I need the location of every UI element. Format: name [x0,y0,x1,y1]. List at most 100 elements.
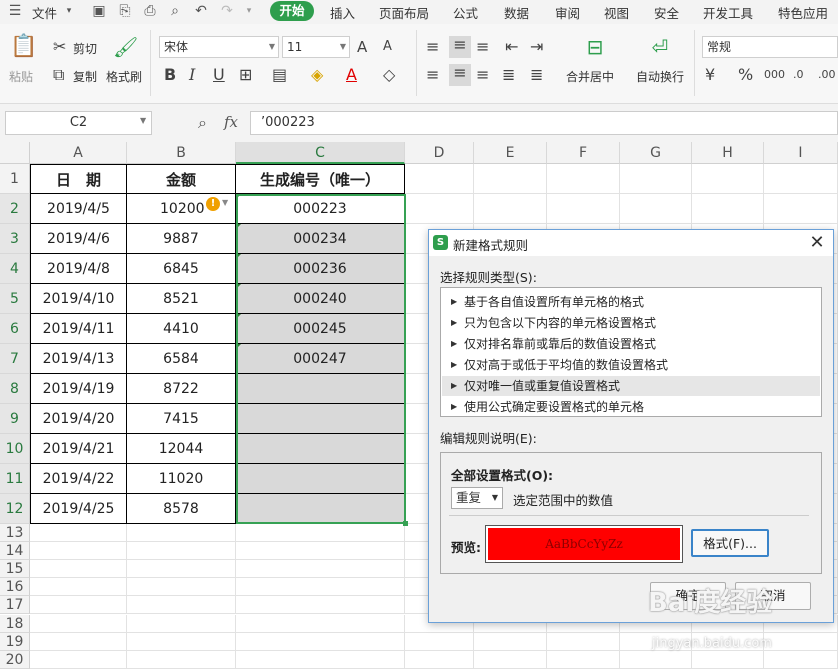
date-cell[interactable]: 2019/4/10 [30,284,127,314]
empty-cell[interactable] [30,578,127,597]
merge-center-button[interactable]: 合并居中 [566,68,614,85]
rule-type-item[interactable]: ▶ 仅对排名靠前或靠后的数值设置格式 [442,334,820,354]
rule-type-item[interactable]: ▶ 使用公式确定要设置格式的单元格 [442,397,820,417]
empty-cell[interactable] [236,560,405,579]
code-cell[interactable] [236,464,405,494]
clear-icon[interactable]: ◇ [383,66,395,84]
row-header-9[interactable]: 9 [0,404,30,434]
hamburger-menu-icon[interactable]: ☰ [6,2,24,20]
select-all-corner[interactable] [0,142,30,164]
warning-icon[interactable]: ! [206,197,220,211]
empty-cell[interactable] [127,524,236,543]
empty-cell[interactable] [620,194,692,224]
tab-review[interactable]: 审阅 [555,3,580,22]
border-icon[interactable]: ⊞ [239,66,252,84]
amount-cell[interactable]: 9887 [127,224,236,254]
row-header-15[interactable]: 15 [0,560,30,579]
file-menu[interactable]: 文件 [32,3,57,22]
empty-cell[interactable] [236,578,405,597]
percent-icon[interactable]: % [738,66,753,84]
code-cell[interactable] [236,494,405,524]
close-icon[interactable]: ✕ [807,232,827,253]
font-name-select[interactable]: 宋体 ▼ [159,36,279,58]
align-middle-icon[interactable]: ≡ [449,36,471,58]
empty-cell[interactable] [236,524,405,543]
duplicate-unique-select[interactable]: 重复 ▼ [451,487,503,509]
column-header-e[interactable]: E [474,142,547,164]
amount-cell[interactable]: 8521 [127,284,236,314]
tab-data[interactable]: 数据 [504,3,529,22]
code-cell[interactable]: 000247 [236,344,405,374]
chevron-down-icon[interactable]: ▼ [140,116,146,125]
tab-insert[interactable]: 插入 [330,3,355,22]
empty-cell[interactable] [30,632,127,651]
zoom-icon[interactable]: ⌕ [198,113,207,133]
font-color-icon[interactable]: A [346,66,357,84]
amount-cell[interactable]: 10200 [127,194,236,224]
code-cell[interactable] [236,374,405,404]
name-box[interactable]: C2 [5,111,152,135]
save-icon[interactable]: ▣ [90,2,108,20]
row-header-12[interactable]: 12 [0,494,30,524]
empty-cell[interactable] [236,614,405,633]
empty-cell[interactable] [127,614,236,633]
tab-view[interactable]: 视图 [604,3,629,22]
empty-cell[interactable] [30,542,127,561]
copy-icon[interactable]: ⧉ [53,66,64,84]
tab-start[interactable]: 开始 [270,1,314,21]
empty-cell[interactable] [127,650,236,669]
date-cell[interactable]: 2019/4/8 [30,254,127,284]
copy-button[interactable]: 复制 [73,68,97,85]
increase-decimal-icon[interactable]: .0 [793,66,804,84]
empty-cell[interactable] [474,632,547,651]
empty-cell[interactable] [547,164,620,194]
row-header-1[interactable]: 1 [0,164,30,194]
wrap-text-icon[interactable]: ⏎ [648,37,672,57]
empty-cell[interactable] [474,650,547,669]
code-cell[interactable] [236,404,405,434]
date-cell[interactable]: 2019/4/21 [30,434,127,464]
row-header-2[interactable]: 2 [0,194,30,224]
column-header-f[interactable]: F [547,142,620,164]
italic-icon[interactable]: I [189,66,195,84]
fill-style-icon[interactable]: ▤ [272,66,287,84]
print-preview-icon[interactable]: ⌕ [166,2,184,20]
tab-developer[interactable]: 开发工具 [703,3,753,22]
chevron-down-icon[interactable]: ▾ [60,2,78,20]
column-header-a[interactable]: A [30,142,127,164]
empty-cell[interactable] [764,650,838,669]
print-icon[interactable]: ⎙ [141,2,159,20]
column-header-h[interactable]: H [692,142,764,164]
row-header-14[interactable]: 14 [0,542,30,561]
code-cell[interactable] [236,434,405,464]
row-header-4[interactable]: 4 [0,254,30,284]
row-header-13[interactable]: 13 [0,524,30,543]
empty-cell[interactable] [764,632,838,651]
align-left-icon[interactable]: ≡ [426,66,439,84]
decrease-decimal-icon[interactable]: .00 [818,66,836,84]
export-pdf-icon[interactable]: ⎘ [116,2,134,20]
header-amount-cell[interactable]: 金额 [127,164,236,194]
empty-cell[interactable] [30,650,127,669]
empty-cell[interactable] [127,632,236,651]
date-cell[interactable]: 2019/4/25 [30,494,127,524]
date-cell[interactable]: 2019/4/20 [30,404,127,434]
empty-cell[interactable] [620,164,692,194]
rule-type-item[interactable]: ▶ 仅对高于或低于平均值的数值设置格式 [442,355,820,375]
empty-cell[interactable] [474,164,547,194]
empty-cell[interactable] [127,578,236,597]
amount-cell[interactable]: 8578 [127,494,236,524]
empty-cell[interactable] [405,194,474,224]
empty-cell[interactable] [30,524,127,543]
font-size-select[interactable]: 11 ▼ [282,36,350,58]
thousands-separator-icon[interactable]: 000 [764,66,785,84]
align-top-icon[interactable]: ≡ [426,38,439,56]
column-header-d[interactable]: D [405,142,474,164]
redo-icon[interactable]: ↷ [218,2,236,20]
fill-handle[interactable] [403,521,408,526]
fx-icon[interactable]: fx [224,113,238,131]
column-header-i[interactable]: I [764,142,838,164]
amount-cell[interactable]: 11020 [127,464,236,494]
row-header-16[interactable]: 16 [0,578,30,597]
amount-cell[interactable]: 6845 [127,254,236,284]
